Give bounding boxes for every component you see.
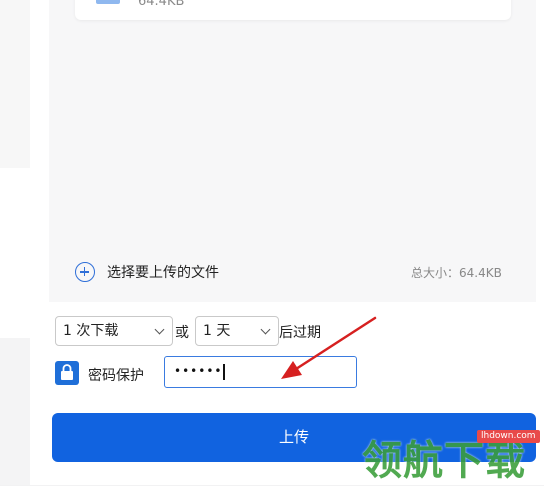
annotation-arrow-icon	[281, 316, 377, 379]
watermark-url: lhdown.com	[477, 430, 540, 443]
